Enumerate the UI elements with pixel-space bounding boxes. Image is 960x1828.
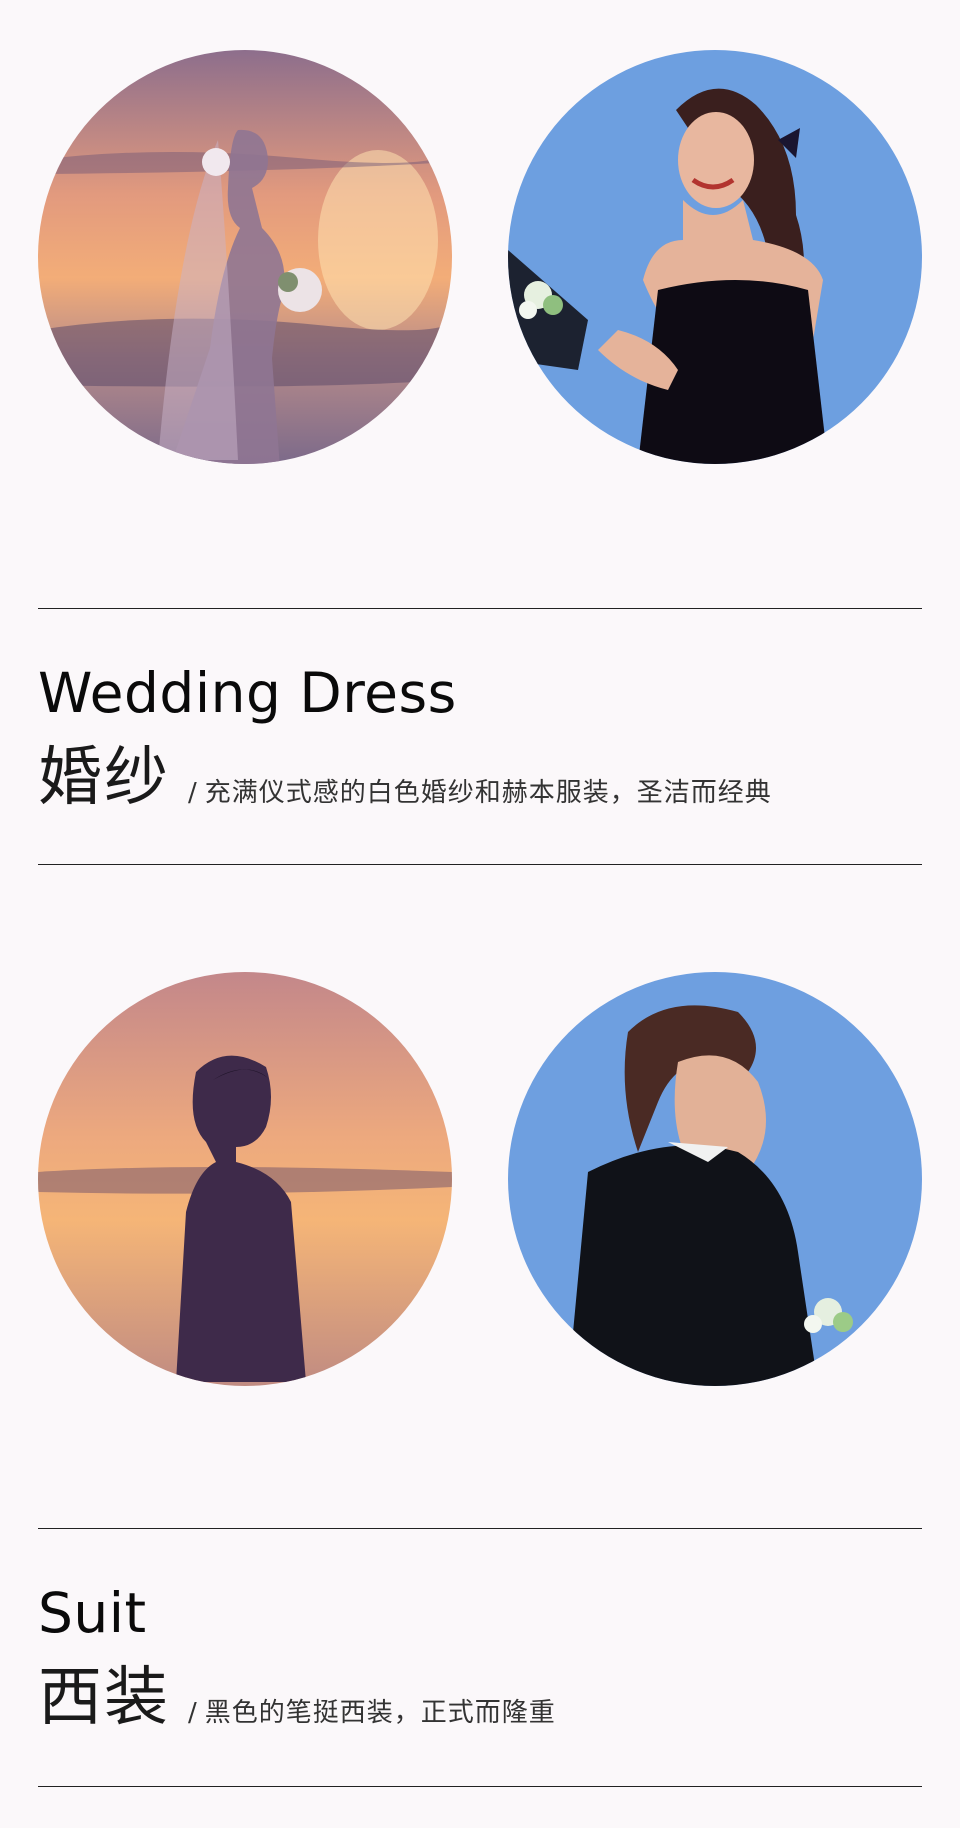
top-divider-section-2: [38, 1528, 922, 1529]
top-divider-section-1: [38, 608, 922, 609]
section-1-separator: /: [188, 778, 197, 808]
section-1-title-cn: 婚纱: [38, 741, 170, 815]
section-2-separator: /: [188, 1698, 197, 1728]
section-2-subtitle-row: 西装 / 黑色的笔挺西装，正式而隆重: [38, 1666, 556, 1730]
bride-blue-sky-photo: [508, 50, 922, 464]
section-1-title-en: Wedding Dress: [38, 661, 457, 725]
bottom-divider-section-2: [38, 1786, 922, 1787]
section-1-subtitle-row: 婚纱 / 充满仪式感的白色婚纱和赫本服装，圣洁而经典: [38, 746, 772, 810]
section-2-description: 黑色的笔挺西装，正式而隆重: [204, 1698, 556, 1728]
bride-sunset-photo: [38, 50, 452, 464]
section-2-title-en: Suit: [38, 1581, 147, 1645]
section-1-description: 充满仪式感的白色婚纱和赫本服装，圣洁而经典: [204, 778, 772, 808]
groom-blue-sky-photo: [508, 972, 922, 1386]
section-2-title-cn: 西装: [38, 1661, 170, 1735]
bottom-divider-section-1: [38, 864, 922, 865]
groom-sunset-photo: [38, 972, 452, 1386]
